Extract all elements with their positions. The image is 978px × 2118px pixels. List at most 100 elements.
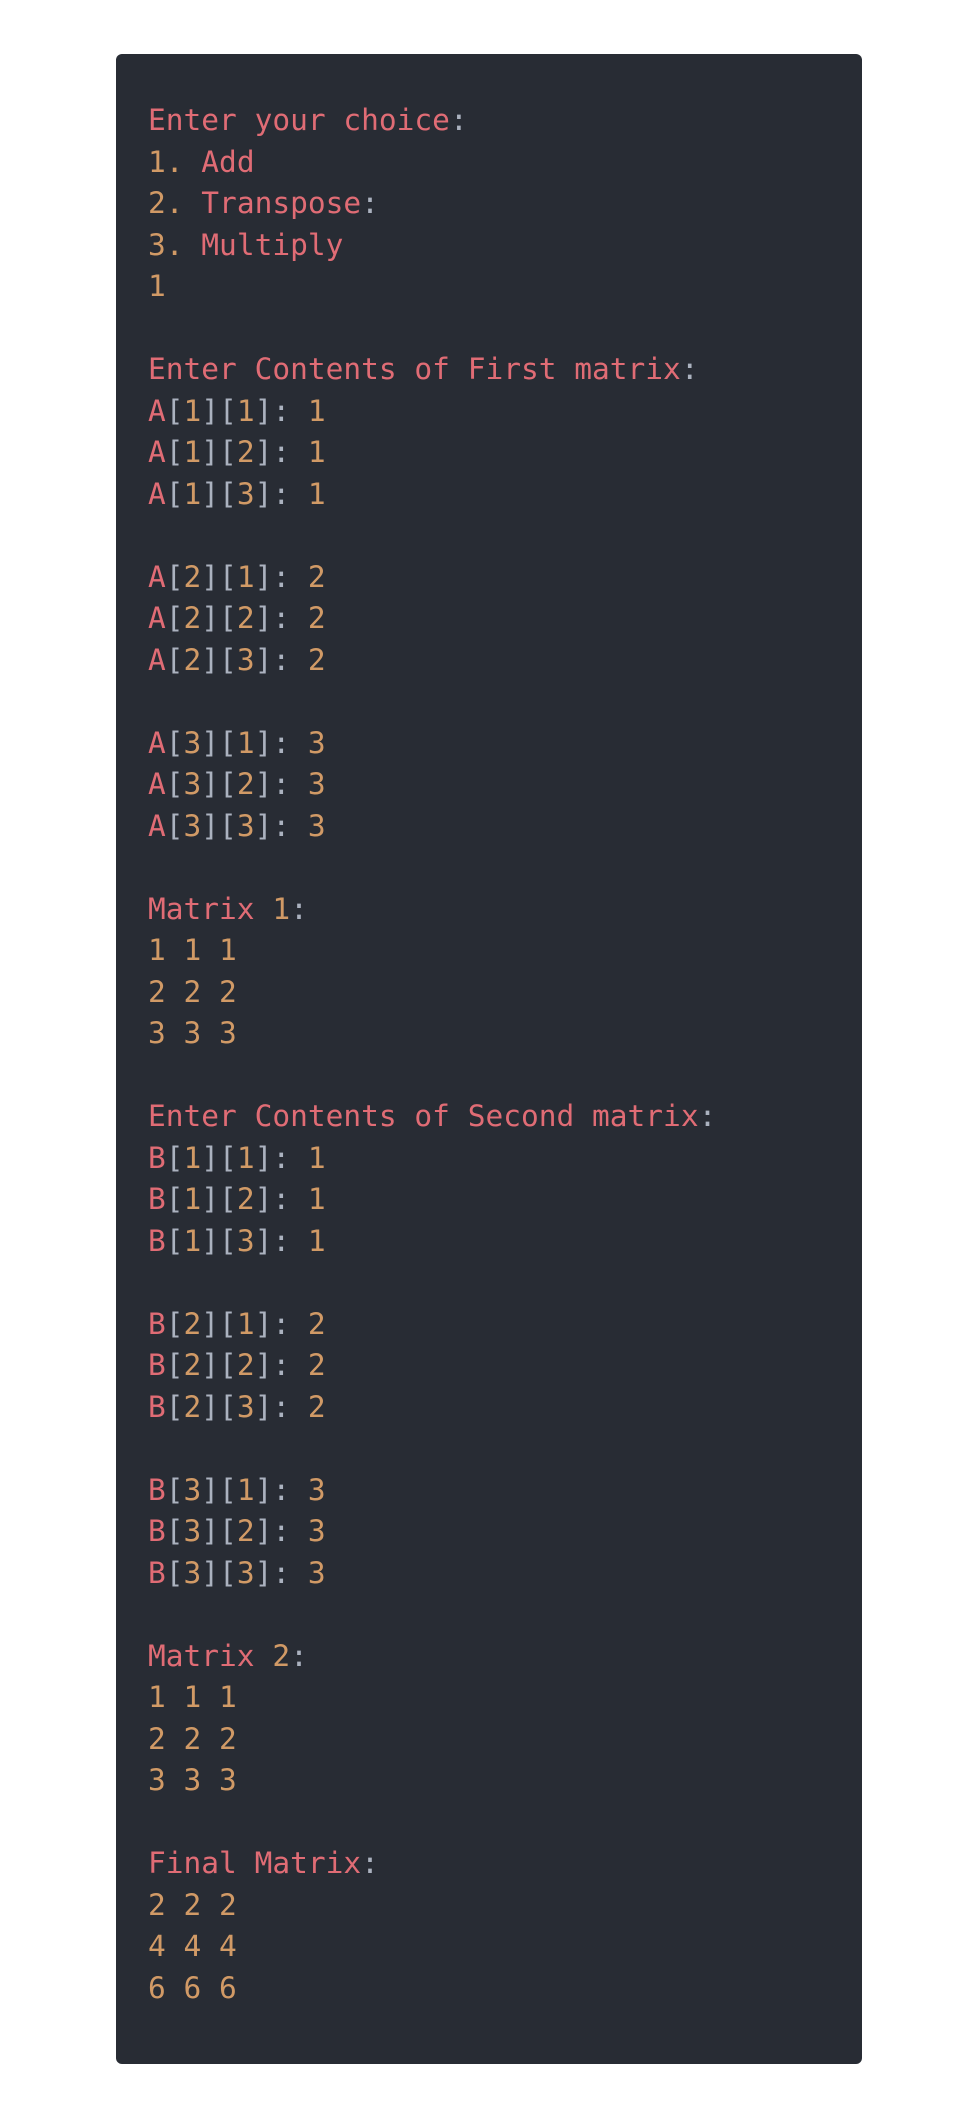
output-token: 1 <box>272 891 291 926</box>
output-token: ]: <box>254 1182 308 1216</box>
output-token: 2 <box>307 601 326 635</box>
output-line: A[3][2]: 3 <box>148 764 862 806</box>
output-token: ]: <box>254 1555 308 1590</box>
output-token: 2 <box>236 1348 255 1382</box>
output-token: ]: <box>254 559 308 594</box>
output-token: 3 <box>183 725 202 760</box>
output-token: 1 <box>307 1223 326 1258</box>
output-token: 1 <box>236 725 255 760</box>
output-token: Matrix <box>148 1638 273 1673</box>
output-token: [ <box>165 1140 184 1175</box>
output-token: 3 <box>307 1555 326 1590</box>
output-token: A <box>148 767 166 801</box>
output-token: ][ <box>201 1306 237 1341</box>
output-token: 1 1 1 <box>148 933 237 967</box>
console-output: Enter your choice: 1. Add 2. Transpose: 3. … <box>116 54 862 2064</box>
output-token: 2 <box>307 1306 326 1341</box>
output-token: 2 <box>236 1182 255 1216</box>
output-token: ][ <box>201 393 237 428</box>
output-token: ]: <box>254 1514 308 1548</box>
output-token: A <box>148 435 166 469</box>
output-line: 4 4 4 <box>148 1926 862 1968</box>
output-token: B <box>148 1472 166 1507</box>
output-line: A[2][1]: 2 <box>148 557 862 599</box>
output-token: B <box>148 1182 166 1216</box>
output-token: ][ <box>201 1140 237 1175</box>
output-token: Matrix <box>148 891 273 926</box>
output-line: 1 <box>148 266 862 308</box>
output-token: 1 <box>307 435 326 469</box>
output-token: 3 3 3 <box>148 1763 237 1797</box>
output-token: Add <box>183 144 255 179</box>
output-token: [ <box>165 725 184 760</box>
output-token: 3 <box>307 1472 326 1507</box>
output-token: ]: <box>254 1140 308 1175</box>
output-token: 2. <box>148 186 184 220</box>
output-token: [ <box>165 1348 184 1382</box>
output-token: [ <box>165 1389 184 1424</box>
output-token: 2 <box>183 1348 202 1382</box>
output-token: 1 <box>183 1140 202 1175</box>
output-line: 1. Add <box>148 142 862 184</box>
output-token: 2 2 2 <box>148 1721 237 1756</box>
output-line: B[2][3]: 2 <box>148 1387 862 1429</box>
output-token: 2 <box>307 642 326 677</box>
output-line: 2 2 2 <box>148 1719 862 1761</box>
output-line: 2 2 2 <box>148 1885 862 1927</box>
output-line: Matrix 1: <box>148 889 862 931</box>
output-token: A <box>148 393 166 428</box>
output-token: ]: <box>254 767 308 801</box>
output-line: A[3][3]: 3 <box>148 806 862 848</box>
output-line: A[1][2]: 1 <box>148 432 862 474</box>
output-line: A[1][3]: 1 <box>148 474 862 516</box>
output-token: 3 <box>183 1555 202 1590</box>
output-token: ]: <box>254 393 308 428</box>
output-token: ][ <box>201 1389 237 1424</box>
output-token: Multiply <box>183 227 344 262</box>
output-token: ][ <box>201 435 237 469</box>
output-token: 3. <box>148 227 184 262</box>
output-token: ]: <box>254 808 308 843</box>
output-line: 6 6 6 <box>148 1968 862 2010</box>
output-token: [ <box>165 435 184 469</box>
output-token: ][ <box>201 1348 237 1382</box>
output-line: 2. Transpose: <box>148 183 862 225</box>
output-line: B[3][1]: 3 <box>148 1470 862 1512</box>
output-token: A <box>148 601 166 635</box>
output-token: 3 <box>236 642 255 677</box>
output-token: B <box>148 1223 166 1258</box>
output-token: [ <box>165 767 184 801</box>
output-token: ][ <box>201 1472 237 1507</box>
output-token: 1 1 1 <box>148 1680 237 1714</box>
output-token: [ <box>165 1555 184 1590</box>
output-token: 1 <box>183 1223 202 1258</box>
output-lines: Enter your choice: 1. Add 2. Transpose: 3. … <box>148 100 862 2009</box>
output-token: : <box>361 1846 379 1880</box>
output-token: ]: <box>254 1348 308 1382</box>
output-token: [ <box>165 559 184 594</box>
output-token: 3 3 3 <box>148 1016 237 1050</box>
output-token: ]: <box>254 1389 308 1424</box>
output-token: 3 <box>307 767 326 801</box>
output-token: A <box>148 476 166 511</box>
output-token: 2 <box>236 767 255 801</box>
output-token: ][ <box>201 725 237 760</box>
output-token: ][ <box>201 1182 237 1216</box>
output-token: [ <box>165 1306 184 1341</box>
output-line: B[1][1]: 1 <box>148 1138 862 1180</box>
output-token: ][ <box>201 601 237 635</box>
output-line: 1 1 1 <box>148 1677 862 1719</box>
output-token: : <box>449 103 468 137</box>
output-token: : <box>290 1638 308 1673</box>
output-token: 4 4 4 <box>148 1929 237 1963</box>
output-token: ]: <box>254 1223 308 1258</box>
output-token: 1. <box>148 144 184 179</box>
output-token: [ <box>165 1223 184 1258</box>
output-token: [ <box>165 642 184 677</box>
output-token: B <box>148 1140 166 1175</box>
output-token: 1 <box>236 1472 255 1507</box>
